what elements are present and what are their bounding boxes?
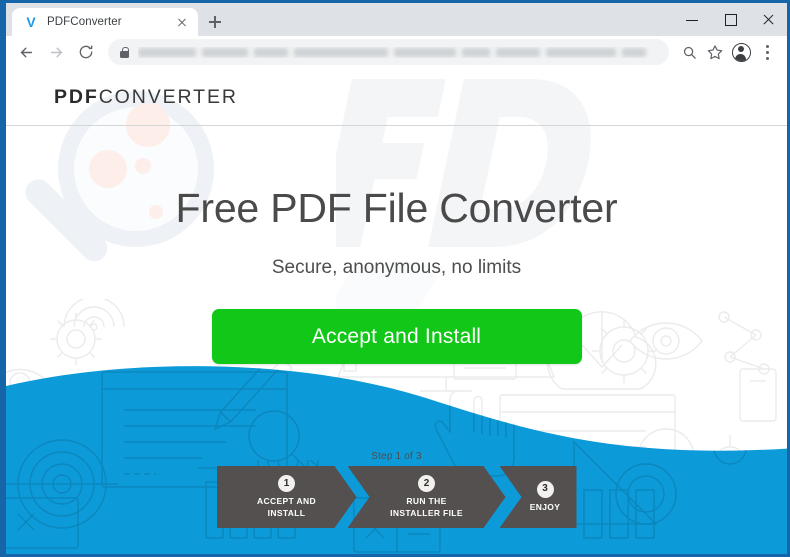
lock-icon bbox=[120, 46, 129, 58]
page-subtitle: Secure, anonymous, no limits bbox=[271, 257, 522, 279]
browser-tab-pdfconverter[interactable]: V PDFConverter bbox=[12, 8, 198, 36]
tab-strip: V PDFConverter bbox=[6, 3, 673, 36]
installer-steps: Step 1 of 3 1 ACCEPT AND INSTALL 2 RUN T… bbox=[6, 451, 787, 528]
url-text-redacted bbox=[138, 47, 659, 58]
browser-window: V PDFConverter PDFCONVERTER Free PDF Fil… bbox=[0, 0, 790, 557]
forward-icon[interactable] bbox=[42, 38, 70, 66]
reload-icon[interactable] bbox=[72, 38, 100, 66]
step-number-1: 1 bbox=[278, 475, 295, 493]
search-icon[interactable] bbox=[677, 40, 701, 64]
step-number-2: 2 bbox=[418, 475, 435, 493]
pdfconverter-favicon: V bbox=[26, 14, 36, 30]
step-item-1: 1 ACCEPT AND INSTALL bbox=[216, 466, 357, 528]
step-label-1: ACCEPT AND INSTALL bbox=[257, 496, 316, 518]
step-progress-label: Step 1 of 3 bbox=[371, 451, 422, 462]
page-title: Free PDF File Converter bbox=[175, 185, 618, 231]
tab-title: PDFConverter bbox=[47, 16, 122, 28]
step-item-2: 2 RUN THE INSTALLER FILE bbox=[347, 466, 506, 528]
hero-section: Free PDF File Converter Secure, anonymou… bbox=[6, 126, 787, 365]
step-label-2: RUN THE INSTALLER FILE bbox=[390, 496, 463, 518]
close-window-icon[interactable] bbox=[749, 3, 787, 36]
back-icon[interactable] bbox=[12, 38, 40, 66]
step-number-3: 3 bbox=[536, 480, 554, 498]
profile-avatar-icon[interactable] bbox=[729, 40, 753, 64]
close-tab-icon[interactable] bbox=[174, 14, 190, 30]
page-viewport: PDFCONVERTER Free PDF File Converter Sec… bbox=[6, 69, 787, 554]
logo-bold-text: PDF bbox=[54, 85, 99, 108]
bookmark-star-icon[interactable] bbox=[703, 40, 727, 64]
new-tab-button[interactable] bbox=[201, 8, 229, 36]
browser-menu-icon[interactable] bbox=[755, 40, 779, 64]
browser-toolbar bbox=[6, 36, 787, 69]
browser-titlebar: V PDFConverter bbox=[6, 3, 787, 36]
step-item-3: 3 ENJOY bbox=[499, 466, 577, 528]
maximize-window-icon[interactable] bbox=[711, 3, 749, 36]
window-controls bbox=[673, 3, 787, 36]
site-header: PDFCONVERTER bbox=[6, 69, 787, 126]
accept-and-install-button[interactable]: Accept and Install bbox=[211, 309, 582, 365]
logo-light-text: CONVERTER bbox=[98, 85, 238, 108]
address-bar[interactable] bbox=[108, 39, 669, 65]
minimize-window-icon[interactable] bbox=[673, 3, 711, 36]
site-logo[interactable]: PDFCONVERTER bbox=[54, 86, 238, 109]
step-chevrons: 1 ACCEPT AND INSTALL 2 RUN THE INSTALLER… bbox=[216, 466, 577, 528]
step-label-3: ENJOY bbox=[529, 501, 561, 512]
